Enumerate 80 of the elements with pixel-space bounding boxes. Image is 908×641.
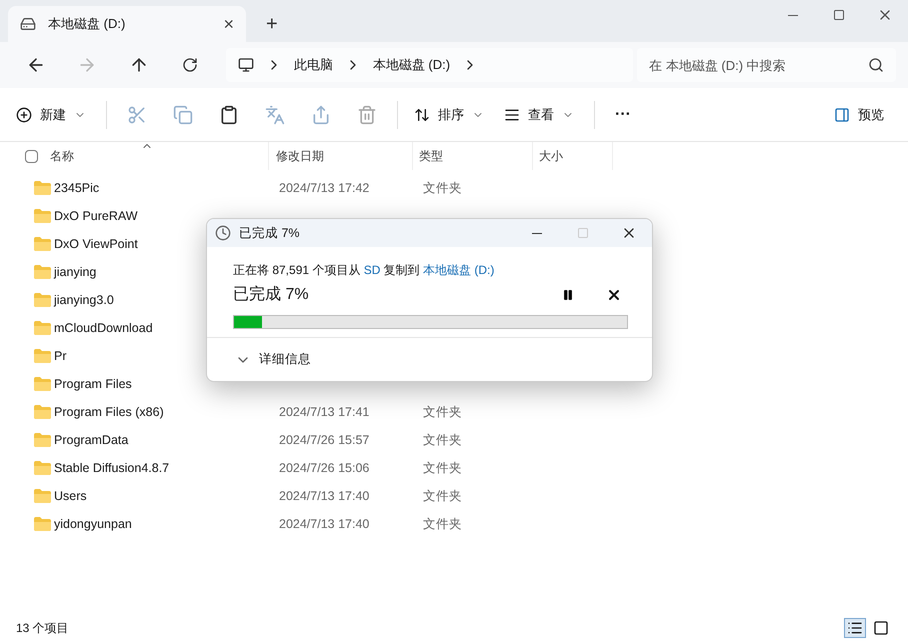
folder-icon	[34, 433, 51, 447]
breadcrumb[interactable]: 此电脑	[294, 55, 333, 75]
folder-icon	[34, 461, 51, 475]
computer-icon	[238, 57, 254, 73]
file-name[interactable]: Stable Diffusion4.8.7	[54, 458, 279, 478]
list-icon	[847, 620, 863, 636]
type-cell-text: 文件夹	[423, 460, 462, 477]
folder-icon	[34, 349, 51, 363]
minimize-icon	[788, 14, 798, 16]
date-cell-text: 2024/7/26 15:57	[279, 432, 370, 449]
date-cell-text: 2024/7/13 17:40	[279, 488, 370, 505]
active-tab[interactable]: 本地磁盘 (D:) ×	[8, 6, 246, 42]
file-name[interactable]: ProgramData	[54, 430, 279, 450]
details-toggle[interactable]: 详细信息	[235, 350, 311, 369]
folder-icon	[34, 489, 51, 503]
copy-icon	[173, 104, 193, 124]
view-button[interactable]: 查看	[492, 104, 586, 124]
share-icon	[311, 104, 331, 124]
square-icon	[873, 620, 889, 636]
drive-icon	[20, 16, 36, 32]
column-header[interactable]: 修改日期	[269, 142, 413, 170]
new-tab-button[interactable]: +	[246, 6, 298, 42]
item-count: 13 个项目	[16, 620, 69, 637]
column-header[interactable]: 类型	[413, 142, 533, 170]
folder-icon	[34, 265, 51, 279]
folder-icon	[34, 405, 51, 419]
search-icon	[868, 57, 884, 73]
date-cell-text: 2024/7/26 15:06	[279, 460, 370, 477]
date-cell-text: 2024/7/13 17:42	[279, 180, 370, 197]
sort-icon	[414, 106, 430, 122]
progress-text: 已完成 7%	[233, 284, 310, 305]
type-cell-text: 文件夹	[423, 516, 462, 533]
type-cell-text: 文件夹	[423, 404, 462, 421]
plus-icon	[16, 106, 32, 122]
column-header[interactable]: 大小	[533, 142, 613, 170]
minimize-icon	[532, 232, 542, 234]
date-cell-text: 2024/7/13 17:40	[279, 516, 370, 533]
pause-icon	[562, 289, 574, 301]
details-view-button[interactable]	[844, 618, 866, 638]
delete-icon	[357, 104, 377, 124]
file-name[interactable]: Users	[54, 486, 279, 506]
address-bar[interactable]: 此电脑 本地磁盘 (D:)	[226, 48, 634, 82]
folder-icon	[34, 181, 51, 195]
type-cell-text: 文件夹	[423, 180, 462, 197]
date-cell-text: 2024/7/13 17:41	[279, 404, 370, 421]
more-button[interactable]: ···	[603, 102, 643, 126]
maximize-icon	[577, 227, 589, 239]
file-name[interactable]: DxO PureRAW	[54, 206, 279, 226]
copy-message: 正在将 87,591 个项目从 SD 复制到 本地磁盘 (D:)	[233, 262, 496, 279]
rename-icon	[265, 104, 285, 124]
maximize-icon	[833, 9, 845, 21]
close-icon	[606, 287, 622, 303]
folder-icon	[34, 377, 51, 391]
file-name[interactable]: yidongyunpan	[54, 514, 279, 534]
new-button[interactable]: 新建	[16, 104, 98, 124]
cut-icon	[127, 104, 147, 124]
preview-pane-icon	[834, 106, 850, 122]
folder-icon	[34, 237, 51, 251]
sort-button[interactable]: 排序	[406, 104, 492, 124]
type-cell-text: 文件夹	[423, 488, 462, 505]
select-all-checkbox[interactable]	[25, 150, 38, 162]
preview-button[interactable]: 预览	[826, 104, 892, 124]
folder-icon	[34, 517, 51, 531]
refresh-icon	[182, 57, 198, 73]
file-name[interactable]: 2345Pic	[54, 178, 279, 198]
tab-title: 本地磁盘 (D:)	[48, 15, 126, 34]
tab-close-button[interactable]: ×	[223, 15, 234, 33]
file-name[interactable]: Program Files	[54, 374, 279, 394]
dialog-title: 已完成 7%	[239, 224, 301, 242]
search-field[interactable]: 在 本地磁盘 (D:) 中搜索	[637, 48, 896, 82]
folder-icon	[34, 209, 51, 223]
folder-icon	[34, 293, 51, 307]
clock-icon	[215, 225, 231, 241]
file-name[interactable]: Program Files (x86)	[54, 402, 279, 422]
lines-icon	[504, 106, 520, 122]
breadcrumb[interactable]: 本地磁盘 (D:)	[372, 55, 450, 75]
paste-icon	[219, 104, 239, 124]
folder-icon	[34, 321, 51, 335]
column-header[interactable]: 名称	[38, 142, 269, 170]
type-cell-text: 文件夹	[423, 432, 462, 449]
